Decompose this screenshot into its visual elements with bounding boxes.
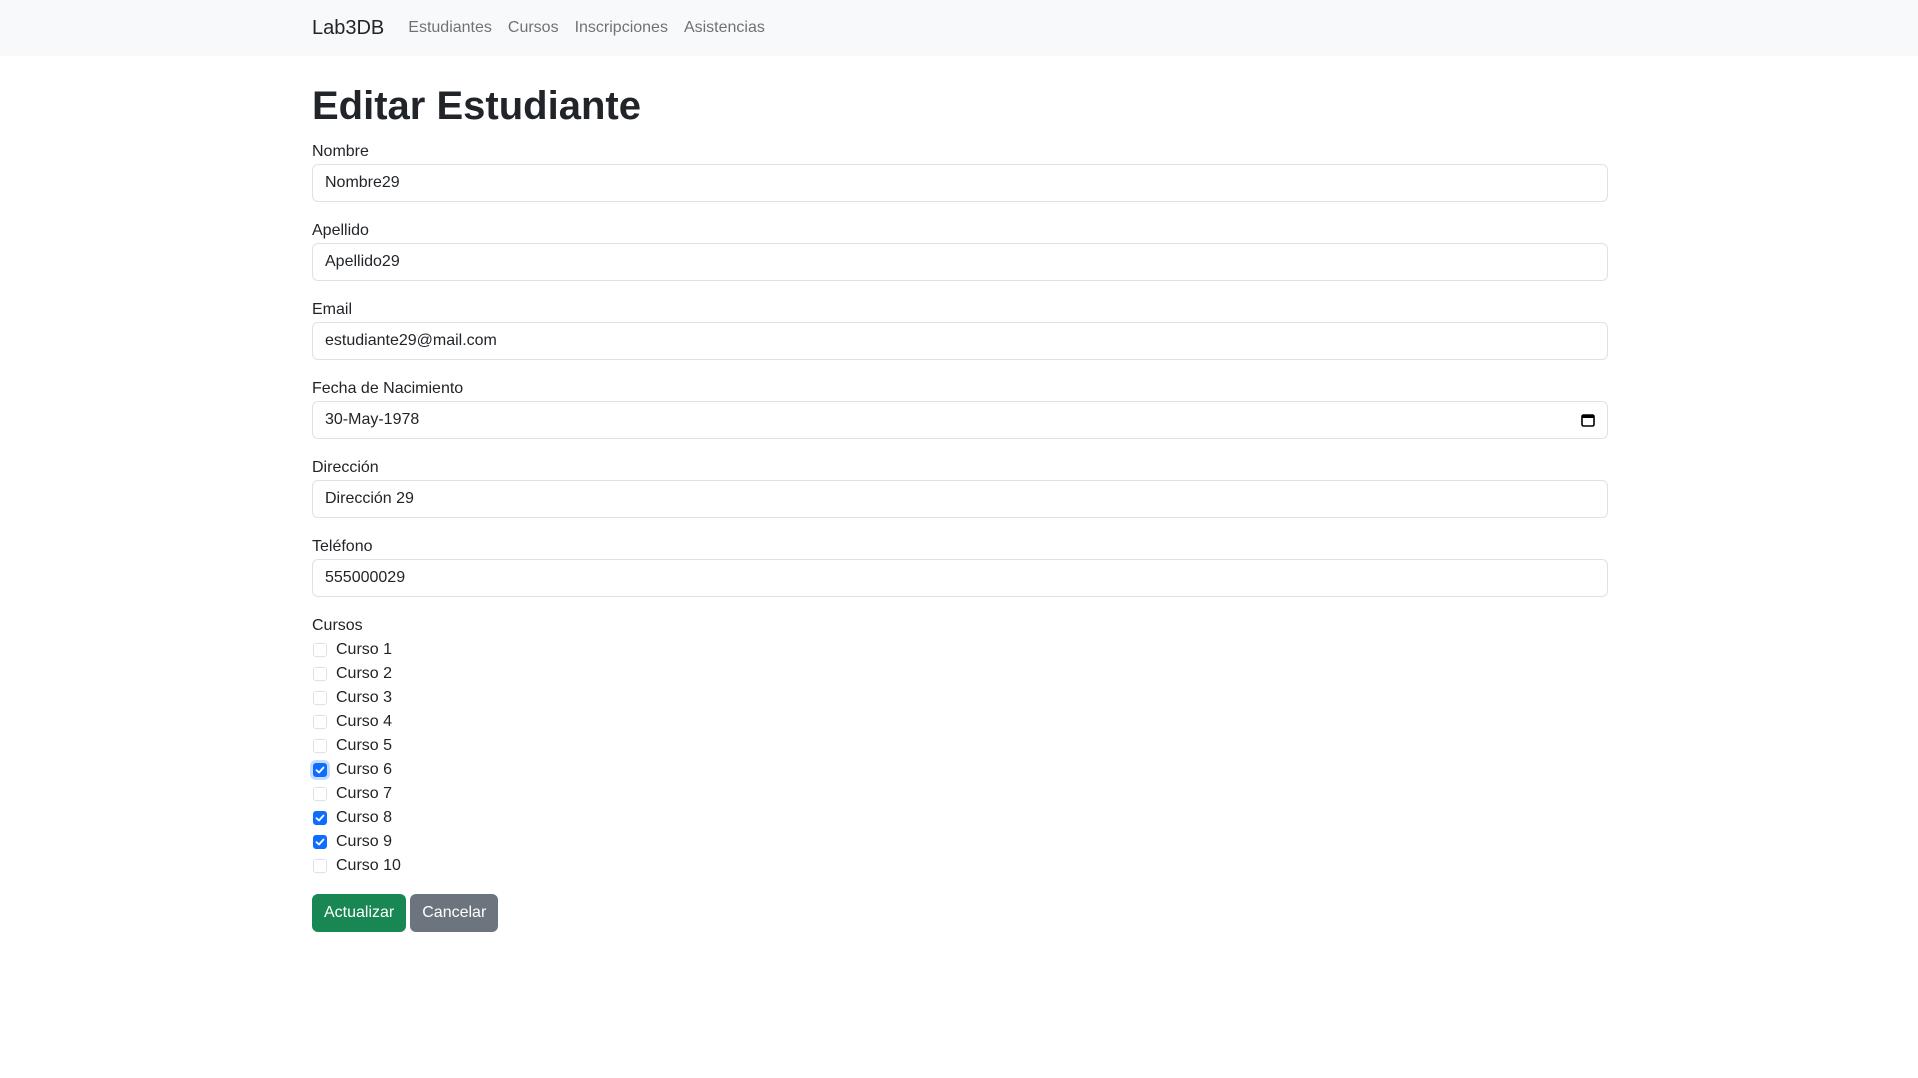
fecha-label: Fecha de Nacimiento	[312, 380, 464, 397]
cursos-checkbox-list: Curso 1 Curso 2 Curso 3 Curso 4 Curso 5 Curso…	[312, 638, 1608, 878]
nav-link-cursos[interactable]: Cursos	[508, 19, 559, 37]
nombre-input[interactable]: Nombre29	[312, 164, 1608, 202]
curso-checkbox-row[interactable]: Curso 5	[312, 734, 1608, 758]
curso-checkbox[interactable]	[313, 643, 327, 657]
apellido-field: Apellido Apellido29	[312, 219, 1608, 281]
fecha-field: Fecha de Nacimiento 30-May-1978	[312, 377, 1608, 439]
form-actions: Actualizar Cancelar	[312, 894, 1608, 932]
curso-checkbox-row[interactable]: Curso 1	[312, 638, 1608, 662]
main-container: Editar Estudiante Nombre Nombre29 Apelli…	[312, 56, 1608, 932]
nombre-value: Nombre29	[325, 174, 400, 191]
actualizar-button[interactable]: Actualizar	[312, 894, 407, 932]
curso-checkbox[interactable]	[313, 811, 327, 825]
page-title: Editar Estudiante	[312, 84, 641, 128]
checkmark-icon	[315, 766, 325, 774]
calendar-icon[interactable]	[1581, 413, 1595, 427]
curso-checkbox-row[interactable]: Curso 9	[312, 830, 1608, 854]
curso-checkbox[interactable]	[313, 715, 327, 729]
navbar: Lab3DB Estudiantes Cursos Inscripciones …	[0, 0, 1918, 56]
curso-checkbox-label[interactable]: Curso 4	[336, 713, 392, 731]
nav-link-inscripciones[interactable]: Inscripciones	[575, 19, 668, 37]
curso-checkbox-row[interactable]: Curso 8	[312, 806, 1608, 830]
email-input[interactable]: estudiante29@mail.com	[312, 322, 1608, 360]
navbar-inner: Lab3DB Estudiantes Cursos Inscripciones …	[312, 0, 781, 56]
email-value: estudiante29@mail.com	[325, 332, 497, 349]
email-field: Email estudiante29@mail.com	[312, 298, 1608, 360]
curso-checkbox-label[interactable]: Curso 3	[336, 689, 392, 707]
checkmark-icon	[315, 838, 325, 846]
curso-checkbox[interactable]	[313, 835, 327, 849]
curso-checkbox-row[interactable]: Curso 2	[312, 662, 1608, 686]
direccion-value: Dirección 29	[325, 490, 414, 507]
nav-link-asistencias[interactable]: Asistencias	[684, 19, 765, 37]
brand-link[interactable]: Lab3DB	[312, 17, 384, 40]
direccion-field: Dirección Dirección 29	[312, 456, 1608, 518]
telefono-field: Teléfono 555000029	[312, 535, 1608, 597]
curso-checkbox-label[interactable]: Curso 10	[336, 857, 401, 875]
apellido-label: Apellido	[312, 222, 369, 239]
curso-checkbox-label[interactable]: Curso 9	[336, 833, 392, 851]
direccion-label: Dirección	[312, 459, 379, 476]
fecha-value: 30-May-1978	[325, 411, 420, 428]
fecha-input[interactable]: 30-May-1978	[312, 401, 1608, 439]
apellido-value: Apellido29	[325, 253, 400, 270]
curso-checkbox-label[interactable]: Curso 6	[336, 761, 392, 779]
telefono-value: 555000029	[325, 569, 406, 586]
curso-checkbox[interactable]	[313, 739, 327, 753]
telefono-label: Teléfono	[312, 538, 373, 555]
curso-checkbox[interactable]	[313, 787, 327, 801]
curso-checkbox-row[interactable]: Curso 4	[312, 710, 1608, 734]
curso-checkbox[interactable]	[313, 763, 327, 777]
curso-checkbox-label[interactable]: Curso 2	[336, 665, 392, 683]
checkmark-icon	[315, 814, 325, 822]
email-label: Email	[312, 301, 353, 318]
curso-checkbox-label[interactable]: Curso 1	[336, 641, 392, 659]
curso-checkbox-row[interactable]: Curso 7	[312, 782, 1608, 806]
nav-link-estudiantes[interactable]: Estudiantes	[408, 19, 492, 37]
curso-checkbox-label[interactable]: Curso 7	[336, 785, 392, 803]
nombre-field: Nombre Nombre29	[312, 140, 1608, 202]
curso-checkbox-row[interactable]: Curso 6	[312, 758, 1608, 782]
cancelar-button[interactable]: Cancelar	[410, 894, 499, 932]
cursos-label: Cursos	[312, 617, 363, 634]
curso-checkbox-row[interactable]: Curso 10	[312, 854, 1608, 878]
nombre-label: Nombre	[312, 143, 369, 160]
curso-checkbox-label[interactable]: Curso 5	[336, 737, 392, 755]
curso-checkbox[interactable]	[313, 667, 327, 681]
apellido-input[interactable]: Apellido29	[312, 243, 1608, 281]
curso-checkbox[interactable]	[313, 859, 327, 873]
telefono-input[interactable]: 555000029	[312, 559, 1608, 597]
direccion-input[interactable]: Dirección 29	[312, 480, 1608, 518]
curso-checkbox[interactable]	[313, 691, 327, 705]
curso-checkbox-label[interactable]: Curso 8	[336, 809, 392, 827]
curso-checkbox-row[interactable]: Curso 3	[312, 686, 1608, 710]
